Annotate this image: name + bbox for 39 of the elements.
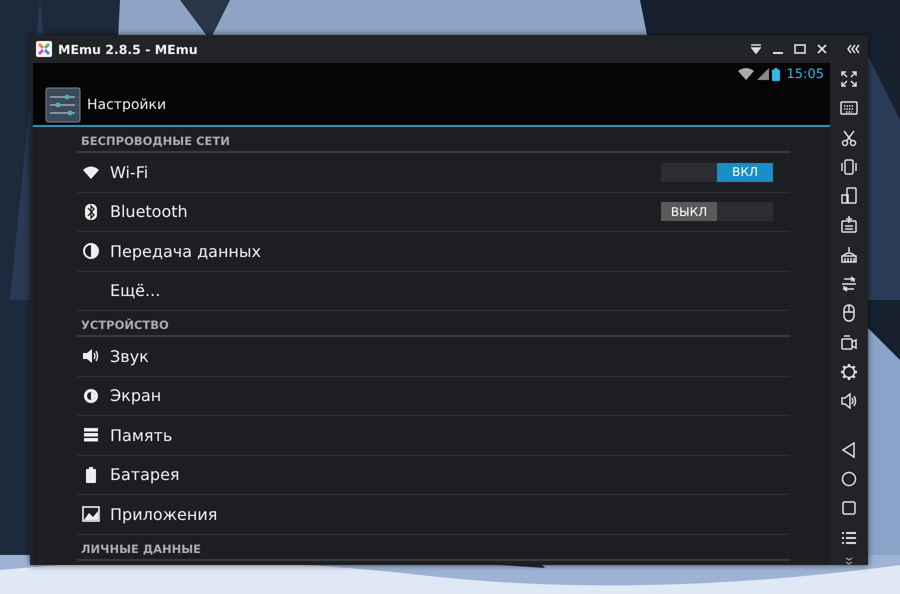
volume-icon[interactable] [839, 391, 859, 412]
apps-icon [81, 505, 101, 524]
clock: 15:05 [786, 66, 824, 82]
broom-icon[interactable] [839, 244, 859, 265]
setting-label[interactable]: Звук [110, 346, 790, 366]
setting-label[interactable]: Bluetooth [110, 202, 661, 222]
apk-install-icon[interactable] [839, 215, 859, 236]
settings-sliders-icon[interactable] [45, 87, 81, 123]
setting-label[interactable]: Wi-Fi [110, 162, 661, 182]
settings-icon[interactable] [839, 362, 859, 382]
wifi-signal-icon [738, 68, 754, 80]
cell-signal-icon [756, 68, 769, 80]
toggle-switch[interactable]: ВКЛ [661, 162, 773, 182]
setting-label[interactable]: Экран [110, 386, 790, 406]
window-title: MEmu 2.8.5 - MEmu [58, 42, 199, 56]
setting-label[interactable]: Ещё... [110, 281, 790, 300]
transfer-icon[interactable] [839, 274, 859, 294]
pie-chart-icon [81, 242, 101, 260]
chevron-down-icon[interactable] [844, 557, 854, 566]
setting-label[interactable]: Память [110, 426, 790, 445]
rotate-screen-icon[interactable] [839, 186, 859, 206]
video-camera-icon[interactable] [839, 332, 859, 353]
brightness-icon [81, 386, 101, 405]
scissors-icon[interactable] [839, 128, 859, 148]
battery-icon [772, 68, 780, 80]
screen-title: Настройки [87, 97, 166, 113]
setting-label[interactable]: Батарея [110, 465, 790, 484]
storage-icon [81, 426, 101, 444]
toggle-switch[interactable]: ВЫКЛ [661, 202, 773, 222]
app-logo-icon [36, 41, 52, 57]
section-header: ЛИЧНЫЕ ДАННЫЕ [77, 534, 790, 560]
speaker-icon [81, 347, 101, 366]
setting-label[interactable]: Приложения [110, 504, 790, 524]
section-header: УСТРОЙСТВО [77, 311, 790, 337]
vibrating-phone-icon[interactable] [839, 156, 859, 177]
setting-label[interactable]: Передача данных [110, 242, 790, 261]
section-header: БЕСПРОВОДНЫЕ СЕТИ [77, 127, 790, 153]
fullscreen-icon[interactable] [839, 69, 859, 89]
maximize-icon[interactable] [792, 41, 808, 57]
